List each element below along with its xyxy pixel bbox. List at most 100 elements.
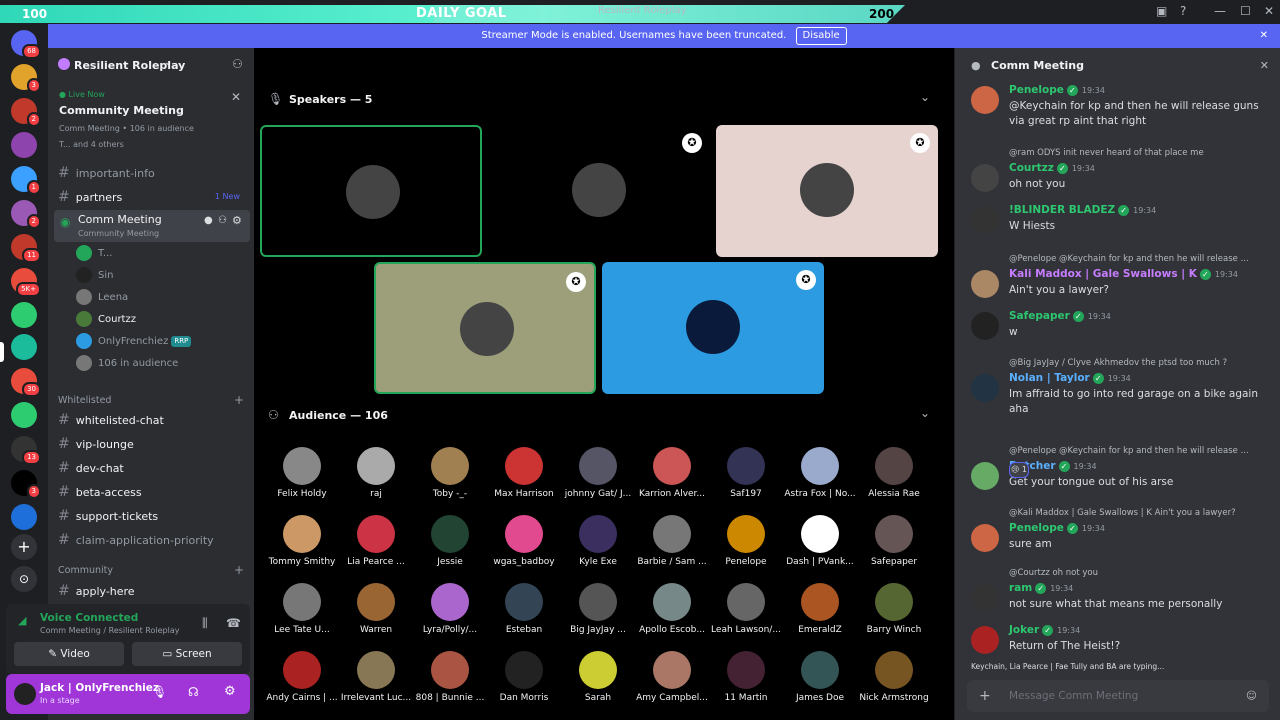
audience-member[interactable]: Barbie / Sam ... [635,515,709,567]
channel-important-info[interactable]: # important-info [58,162,248,184]
message-author[interactable]: Penelope ✓ 19:34 [1009,84,1105,96]
audience-member[interactable]: Amy Campbel... [635,651,709,703]
server-icon[interactable]: 3 [11,64,41,93]
avatar[interactable] [971,626,999,654]
speaker-tile[interactable]: ✪ [602,262,824,394]
reply-preview[interactable]: @Penelope @Keychain for kp and then he w… [1009,254,1269,264]
speaker-tile[interactable]: ✪ [374,262,596,394]
server-icon[interactable]: 1 [11,166,41,195]
help-icon[interactable]: ? [1180,4,1186,18]
reply-preview[interactable]: @Courtzz oh not you [1009,568,1269,578]
close-window-icon[interactable]: ✕ [1264,4,1274,18]
server-icon[interactable]: 30 [11,368,41,397]
add-channel-icon[interactable]: + [234,393,244,407]
server-icon[interactable]: 13 [11,436,41,465]
avatar[interactable] [971,462,999,490]
reaction[interactable]: 😢 1 [1009,462,1029,478]
channel-beta-access[interactable]: # beta-access [58,481,248,503]
audience-member[interactable]: Dan Morris [487,651,561,703]
audience-member[interactable]: Nick Armstrong [857,651,931,703]
inbox-icon[interactable]: ▣ [1156,4,1167,18]
audience-member[interactable]: 11 Martin [709,651,783,703]
audience-member[interactable]: Big JayJay ... [561,583,635,635]
avatar[interactable] [971,164,999,192]
channel-vip-lounge[interactable]: # vip-lounge [58,433,248,455]
avatar[interactable] [971,584,999,612]
reply-preview[interactable]: @Kali Maddox | Gale Swallows | K Ain't y… [1009,508,1269,518]
message-author[interactable]: Penelope ✓ 19:34 [1009,522,1105,534]
audience-member[interactable]: EmeraldZ [783,583,857,635]
screen-share-button[interactable]: ▭ Screen [132,642,242,666]
add-user-icon[interactable]: ⚇ [232,57,243,71]
avatar[interactable] [971,86,999,114]
server-icon[interactable] [11,132,37,158]
channel-partners[interactable]: # partners 1 New [58,186,248,208]
message-author[interactable]: !BLINDER BLADEZ ✓ 19:34 [1009,204,1156,216]
audience-member[interactable]: Warren [339,583,413,635]
voice-user[interactable]: 106 in audience [76,354,178,374]
voice-user[interactable]: Sin [76,266,113,286]
server-icon[interactable] [11,302,37,328]
close-banner-icon[interactable]: ✕ [1260,24,1268,48]
channel-dev-chat[interactable]: # dev-chat [58,457,248,479]
disable-button[interactable]: Disable [795,27,847,45]
invite-icon[interactable]: ⚇ [218,215,227,226]
speaker-tile[interactable]: ✪ [488,125,710,257]
channel-claim-application-priority[interactable]: # claim-application-priority [58,529,248,551]
avatar[interactable] [971,270,999,298]
headphones-icon[interactable]: ☊ [188,685,199,699]
add-server-icon[interactable]: + [11,534,37,560]
avatar[interactable] [971,524,999,552]
audience-member[interactable]: Lee Tate U... [265,583,339,635]
audience-member[interactable]: Kyle Exe [561,515,635,567]
audience-member[interactable]: wgas_badboy [487,515,561,567]
message-author[interactable]: Courtzz ✓ 19:34 [1009,162,1095,174]
voice-user[interactable]: OnlyFrenchiez RRP [76,332,192,352]
audience-member[interactable]: Irrelevant Luc... [339,651,413,703]
close-icon[interactable]: ✕ [231,90,241,104]
message-input[interactable]: + Message Comm Meeting ☺ [967,680,1269,712]
server-icon[interactable] [11,402,37,428]
speaker-tile[interactable]: ✪ [716,125,938,257]
live-stage-card[interactable]: ● Live Now Community Meeting ✕ Comm Meet… [54,86,248,158]
chevron-down-icon[interactable]: ⌄ [920,90,930,104]
voice-user[interactable]: Courtzz [76,310,136,330]
mic-icon[interactable]: 🎙 [152,685,167,699]
audience-member[interactable]: Apollo Escob... [635,583,709,635]
minimize-icon[interactable]: — [1214,4,1226,18]
soundboard-icon[interactable]: ⫼ [202,616,208,631]
audience-member[interactable]: James Doe [783,651,857,703]
channel-apply-here[interactable]: # apply-here [58,580,248,602]
voice-user[interactable]: T... [76,244,112,264]
video-button[interactable]: ✎ Video [14,642,124,666]
message-author[interactable]: Kali Maddox | Gale Swallows | K ✓ 19:34 [1009,268,1238,280]
settings-icon[interactable]: ⚙ [224,684,236,699]
reply-preview[interactable]: @Penelope @Keychain for kp and then he w… [1009,446,1269,456]
audience-member[interactable]: Karrion Alver... [635,447,709,499]
audience-member[interactable]: Lia Pearce ... [339,515,413,567]
server-icon[interactable]: 3 [11,470,41,499]
stage-channel-comm-meeting[interactable]: ◉ Comm Meeting Community Meeting ● ⚇ ⚙ [54,210,250,242]
chat-icon[interactable]: ● [204,215,213,226]
emoji-icon[interactable]: ☺ [1246,680,1257,712]
channel-support-tickets[interactable]: # support-tickets [58,505,248,527]
close-icon[interactable]: ✕ [1260,48,1269,84]
audience-member[interactable]: Lyra/Polly/... [413,583,487,635]
server-icon[interactable]: 11 [11,234,41,263]
audience-member[interactable]: Max Harrison [487,447,561,499]
audience-member[interactable]: Jessie [413,515,487,567]
user-name[interactable]: Jack | OnlyFrenchiez [40,682,159,694]
server-icon[interactable]: 68 [11,30,41,59]
server-icon[interactable]: 2 [11,98,41,127]
server-icon[interactable] [11,334,37,360]
server-icon[interactable]: 2 [11,200,41,229]
category-community[interactable]: Community [58,565,113,576]
audience-member[interactable]: 808 | Bunnie ... [413,651,487,703]
speaker-tile[interactable] [260,125,482,257]
audience-member[interactable]: Dash | PVank... [783,515,857,567]
avatar[interactable] [971,312,999,340]
chevron-down-icon[interactable]: ⌄ [920,406,930,420]
audience-member[interactable]: Toby -_- [413,447,487,499]
channel-whitelisted-chat[interactable]: # whitelisted-chat [58,409,248,431]
avatar[interactable] [971,374,999,402]
